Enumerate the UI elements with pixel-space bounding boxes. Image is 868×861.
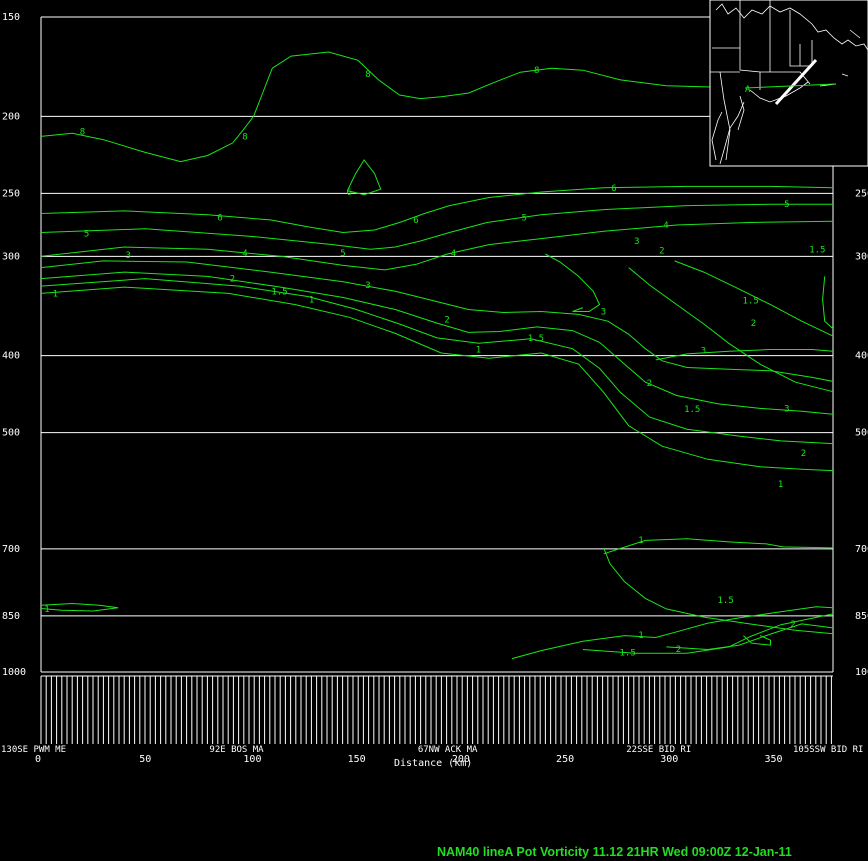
contour-value-label: 1 (638, 631, 643, 641)
pressure-tick-label: 250 (2, 188, 20, 199)
distance-tick-label: 300 (660, 754, 678, 765)
pressure-tick-label: 1000 (2, 667, 26, 678)
contour-value-label: 2 (647, 379, 652, 389)
pv-contour-3 (40, 260, 834, 382)
distance-tick-label: 50 (139, 754, 151, 765)
contour-value-label: 1 (778, 480, 783, 490)
pressure-tick-label-right: 850 (855, 611, 868, 622)
contour-value-label: 1 (476, 346, 481, 356)
contour-value-label: 4 (663, 221, 668, 231)
pv-contour-3 (655, 349, 834, 361)
terrain-hatching (40, 675, 833, 744)
pv-contour-1-5 (40, 278, 834, 445)
x-axis-label: Distance (km) (394, 758, 472, 769)
pv-contour-1 (511, 606, 834, 660)
contour-value-label: 3 (126, 251, 131, 261)
contour-value-label: 8 (534, 66, 539, 76)
contour-value-label: 3 (601, 308, 606, 318)
pressure-tick-label-right: 300 (855, 251, 868, 262)
pv-contour-1 (40, 286, 834, 472)
contour-value-label: 1 (44, 605, 49, 615)
location-label: 67NW ACK MA (418, 745, 478, 755)
pressure-tick-label-right: 500 (855, 428, 868, 439)
contour-value-label: 3 (784, 404, 789, 414)
contour-value-label: 6 (413, 216, 418, 226)
contour-value-label: 5 (340, 249, 345, 259)
contour-value-label: 1 (309, 296, 314, 306)
pressure-tick-label-right: 250 (855, 188, 868, 199)
contour-value-label: 1 (638, 536, 643, 546)
contour-value-label: 1.5 (271, 287, 287, 297)
contour-value-label: 6 (347, 188, 352, 198)
pressure-tick-label-right: 400 (855, 351, 868, 362)
distance-tick-label: 100 (243, 754, 261, 765)
distance-tick-label: 350 (764, 754, 782, 765)
contour-value-label: 1.5 (743, 297, 759, 307)
location-label: 130SE PWM ME (1, 745, 66, 755)
contour-value-label: 1.5 (809, 245, 825, 255)
pressure-tick-label-right: 1000 (855, 667, 868, 678)
cross-section-chart: 8 88 866 6655554 443333332222221.51.51.51.51… (1, 0, 868, 859)
contour-value-label: 8 (80, 128, 85, 138)
contour-value-label: 1 (53, 289, 58, 299)
pv-contour-4 (40, 220, 834, 271)
contour-value-label: 5 (84, 230, 89, 240)
contour-value-label: 6 (217, 213, 222, 223)
distance-tick-label: 250 (556, 754, 574, 765)
pressure-tick-label-right: 700 (855, 544, 868, 555)
pressure-tick-label: 200 (2, 111, 20, 122)
pressure-tick-label: 150 (2, 12, 20, 23)
location-label: 92E BOS MA (209, 745, 264, 755)
contour-value-label: 1.5 (684, 405, 700, 415)
pv-contour-1 (40, 602, 119, 612)
pressure-tick-label: 850 (2, 611, 20, 622)
contour-value-label: 2 (230, 275, 235, 285)
contour-value-label: 2 (444, 315, 449, 325)
contour-value-label: 5 (522, 213, 527, 223)
contour-value-label: 4 (451, 249, 456, 259)
locator-map: A (709, 0, 868, 167)
chart-title: NAM40 lineA Pot Vorticity 11.12 21HR Wed… (437, 845, 792, 859)
contour-value-label: 8 (365, 70, 370, 80)
pv-contour-3 (545, 253, 601, 312)
pressure-tick-label: 700 (2, 544, 20, 555)
contour-value-label: 2 (801, 449, 806, 459)
pv-contour-6 (346, 159, 382, 196)
pv-contour-2 (628, 267, 834, 393)
pressure-tick-label: 400 (2, 351, 20, 362)
contour-value-label: 3 (365, 281, 370, 291)
contour-value-label: 5 (784, 200, 789, 210)
location-label: 105SSW BID RI (793, 745, 863, 755)
contour-value-label: 4 (242, 249, 247, 259)
contour-value-label: 1.5 (528, 334, 544, 344)
contour-labels: 8 88 866 6655554 443333332222221.51.51.51.51… (44, 66, 825, 658)
contour-value-label: 2 (751, 319, 756, 329)
contour-value-label: 2 (659, 247, 664, 257)
contour-value-label: 6 (611, 184, 616, 194)
distance-tick-label: 150 (348, 754, 366, 765)
contour-value-label: 1.5 (718, 596, 734, 606)
pv-contour-1-5 (822, 276, 834, 330)
contour-value-label: 2 (676, 645, 681, 655)
contour-value-label: 8 (242, 132, 247, 142)
pv-contour-2 (40, 271, 834, 415)
pressure-tick-label: 300 (2, 251, 20, 262)
pv-contour-2 (743, 635, 771, 646)
map-line-label: A (745, 85, 751, 95)
contour-value-label: 1.5 (620, 649, 636, 659)
distance-tick-label: 0 (35, 754, 41, 765)
contour-value-label: 3 (634, 237, 639, 247)
location-label: 22SSE BID RI (626, 745, 691, 755)
locator-map-frame (709, 0, 868, 167)
pressure-tick-label: 500 (2, 428, 20, 439)
contour-value-label: 2 (790, 620, 795, 630)
pv-contour-5 (40, 203, 833, 250)
contour-value-label: 3 (701, 346, 706, 356)
